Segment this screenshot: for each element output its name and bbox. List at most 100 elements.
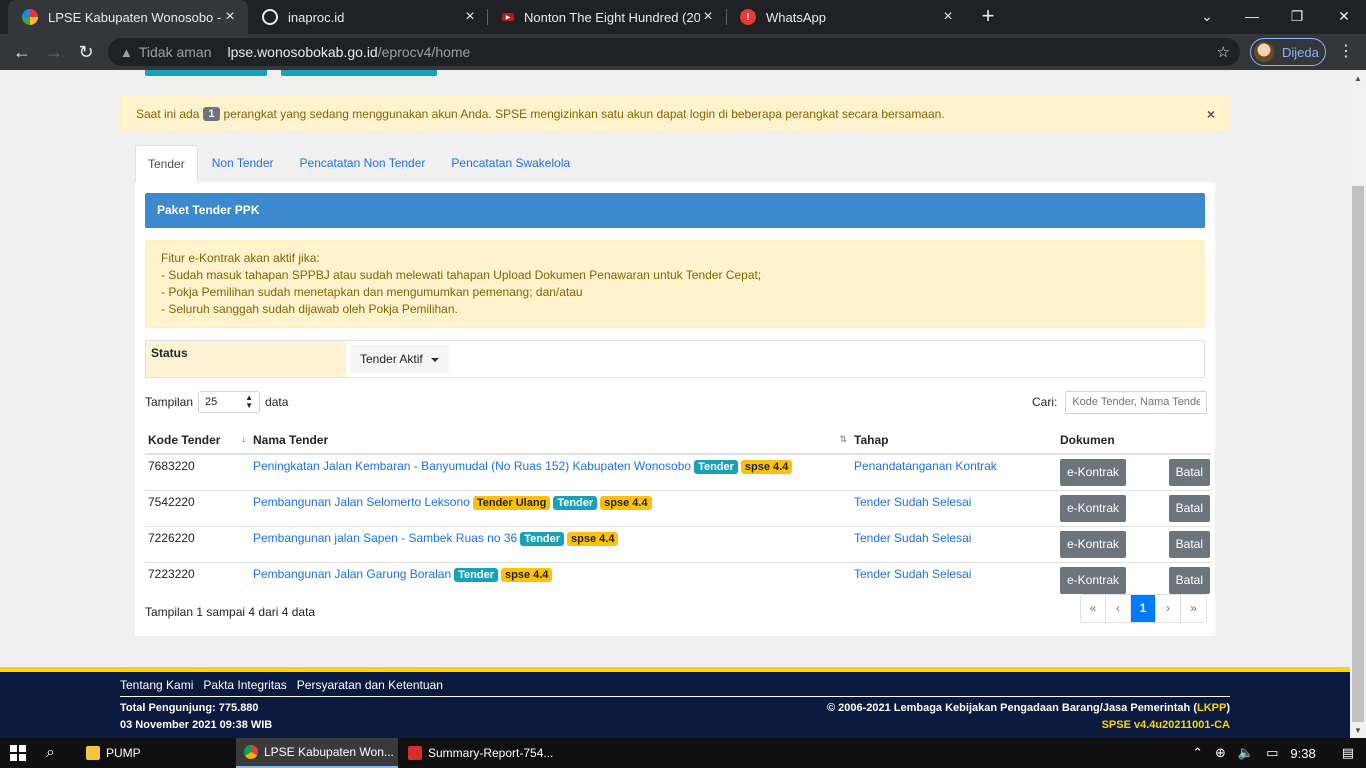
windows-start-icon[interactable]	[10, 738, 30, 768]
ekontrak-info-box: Fitur e-Kontrak akan aktif jika: - Sudah…	[145, 240, 1205, 328]
batal-button[interactable]: Batal	[1168, 495, 1210, 522]
lkpp-link[interactable]: LKPP	[1197, 702, 1226, 714]
minimize-icon[interactable]: —	[1240, 6, 1264, 26]
notification-icon[interactable]: ▤	[1342, 745, 1354, 761]
page-prev[interactable]: ‹	[1106, 595, 1131, 622]
footer-link-persyaratan[interactable]: Persyaratan dan Ketentuan	[297, 678, 443, 692]
page-viewport: Saat ini ada 1 perangkat yang sedang men…	[0, 70, 1350, 738]
footer-link-tentang[interactable]: Tentang Kami	[120, 678, 193, 692]
info-line: - Seluruh sanggah sudah dijawab oleh Pok…	[161, 302, 458, 316]
page-last[interactable]: »	[1181, 595, 1206, 622]
bookmark-star-icon[interactable]: ☆	[1217, 43, 1230, 61]
kebab-menu-icon[interactable]: ⋮	[1336, 40, 1356, 64]
ekontrak-button[interactable]: e-Kontrak	[1060, 459, 1127, 486]
tender-link[interactable]: Pembangunan jalan Sapen - Sambek Ruas no…	[253, 531, 517, 545]
tender-panel: Paket Tender PPK Fitur e-Kontrak akan ak…	[135, 182, 1215, 636]
clock-time[interactable]: 9:38	[1290, 746, 1315, 761]
tender-link[interactable]: Peningkatan Jalan Kembaran - Banyumudal …	[253, 459, 691, 473]
tahap-link[interactable]: Tender Sudah Selesai	[854, 495, 971, 509]
tender-link[interactable]: Pembangunan Jalan Selomerto Leksono	[253, 495, 470, 509]
address-bar[interactable]: ▲ Tidak aman lpse.wonosobokab.go.id/epro…	[108, 38, 1240, 66]
tab-tender[interactable]: Tender	[135, 145, 198, 183]
tahap-link[interactable]: Tender Sudah Selesai	[854, 531, 971, 545]
cell-tahap: Tender Sudah Selesai	[851, 490, 1057, 527]
scrollbar-thumb[interactable]	[1352, 186, 1364, 722]
tahap-link[interactable]: Penandatanganan Kontrak	[854, 459, 997, 473]
taskbar-item-pump[interactable]: PUMP	[78, 738, 230, 768]
header-dokumen: Dokumen	[1057, 426, 1211, 455]
sort-both-icon: ⇅	[839, 434, 847, 444]
close-icon[interactable]: ×	[462, 9, 478, 25]
header-kode-tender[interactable]: Kode Tender ↓	[145, 426, 250, 455]
header-nama-tender[interactable]: Nama Tender ⇅	[250, 426, 851, 455]
cell-dokumen: e-Kontrak Batal	[1057, 453, 1211, 491]
scroll-up-icon[interactable]: ▲	[1354, 74, 1362, 83]
badge-tender: Tender	[454, 568, 498, 582]
close-window-icon[interactable]: ✕	[1332, 6, 1356, 26]
page-length-control: Tampilan 25 ▲ ▼ data	[145, 390, 288, 414]
close-icon[interactable]: ×	[700, 9, 716, 25]
back-arrow-icon[interactable]: ←	[10, 40, 34, 64]
taskbar-item-summary-report[interactable]: Summary-Report-754...	[400, 738, 560, 768]
folder-icon	[86, 746, 100, 760]
tab-pencatatan-non-tender[interactable]: Pencatatan Non Tender	[288, 145, 438, 183]
device-count-badge: 1	[203, 106, 220, 121]
footer-link-pakta[interactable]: Pakta Integritas	[203, 678, 286, 692]
badge-spse: spse 4.4	[567, 532, 619, 546]
cell-nama: Pembangunan Jalan Selomerto Leksono Tende…	[250, 490, 851, 527]
tab-search-icon[interactable]: ⌄	[1195, 6, 1219, 26]
forward-arrow-icon[interactable]: →	[42, 40, 66, 64]
tab-non-tender[interactable]: Non Tender	[200, 145, 286, 183]
header-tahap: Tahap	[851, 426, 1057, 455]
page-scrollbar[interactable]: ▲ ▼	[1350, 70, 1366, 738]
warning-triangle-icon[interactable]: ▲	[120, 45, 133, 60]
search-icon[interactable]: ⌕	[46, 738, 66, 768]
cutoff-link-pill[interactable]	[281, 70, 437, 76]
profile-button[interactable]: Dijeda	[1250, 38, 1326, 66]
browser-tabbar: LPSE Kabupaten Wonosobo - Ber × inaproc.…	[0, 0, 1366, 34]
spse-version: SPSE v4.4u20211001-CA	[1101, 719, 1230, 731]
restore-icon[interactable]: ❐	[1285, 6, 1309, 26]
browser-tab-nonton[interactable]: ▶ Nonton The Eight Hundred (2020 ×	[488, 0, 726, 34]
ekontrak-button[interactable]: e-Kontrak	[1060, 531, 1127, 558]
search-input[interactable]	[1065, 390, 1208, 414]
network-globe-icon[interactable]: ⊕	[1215, 745, 1226, 761]
new-tab-plus-icon[interactable]: +	[977, 5, 999, 27]
batal-button[interactable]: Batal	[1168, 531, 1210, 558]
alert-close-icon[interactable]: ×	[1207, 106, 1215, 122]
status-dropdown[interactable]: Tender Aktif	[350, 345, 449, 373]
tahap-link[interactable]: Tender Sudah Selesai	[854, 567, 971, 581]
page-length-select[interactable]: 25 ▲ ▼	[198, 391, 261, 413]
badge-tender: Tender	[553, 496, 598, 510]
page-first[interactable]: «	[1081, 595, 1106, 622]
tender-link[interactable]: Pembangunan Jalan Garung Boralan	[253, 567, 451, 581]
batal-button[interactable]: Batal	[1168, 567, 1210, 594]
tab-pencatatan-swakelola[interactable]: Pencatatan Swakelola	[439, 145, 582, 183]
page-next[interactable]: ›	[1156, 595, 1181, 622]
battery-icon[interactable]: ▭	[1266, 745, 1278, 761]
cell-dokumen: e-Kontrak Batal	[1057, 490, 1211, 527]
tray-chevron-up-icon[interactable]: ⌃	[1192, 745, 1203, 761]
table-row: 7542220 Pembangunan Jalan Selomerto Leks…	[145, 490, 1211, 527]
scroll-down-icon[interactable]: ▼	[1354, 726, 1362, 735]
table-search: Cari:	[1032, 390, 1208, 414]
security-status[interactable]: Tidak aman	[139, 44, 212, 60]
table-row: 7683220 Peningkatan Jalan Kembaran - Ban…	[145, 453, 1211, 491]
close-icon[interactable]: ×	[222, 9, 238, 25]
cutoff-link-pill[interactable]	[145, 70, 267, 76]
top-links-cutoff	[145, 70, 437, 76]
system-tray: ⌃ ⊕ 🔈 ▭ 9:38 ▤	[1192, 738, 1366, 768]
reload-icon[interactable]: ↻	[74, 40, 98, 64]
close-icon[interactable]: ×	[940, 9, 956, 25]
volume-icon[interactable]: 🔈	[1238, 745, 1254, 761]
browser-tab-whatsapp[interactable]: ! WhatsApp ×	[726, 0, 966, 34]
browser-tab-lpse[interactable]: LPSE Kabupaten Wonosobo - Ber ×	[8, 0, 248, 34]
page-1[interactable]: 1	[1131, 595, 1156, 622]
browser-tab-inaproc[interactable]: inaproc.id ×	[248, 0, 488, 34]
info-line: - Sudah masuk tahapan SPPBJ atau sudah m…	[161, 268, 762, 282]
ekontrak-button[interactable]: e-Kontrak	[1060, 567, 1127, 594]
batal-button[interactable]: Batal	[1168, 459, 1210, 486]
taskbar-item-chrome[interactable]: LPSE Kabupaten Won...	[236, 738, 398, 768]
ekontrak-button[interactable]: e-Kontrak	[1060, 495, 1127, 522]
cell-dokumen: e-Kontrak Batal	[1057, 562, 1211, 598]
